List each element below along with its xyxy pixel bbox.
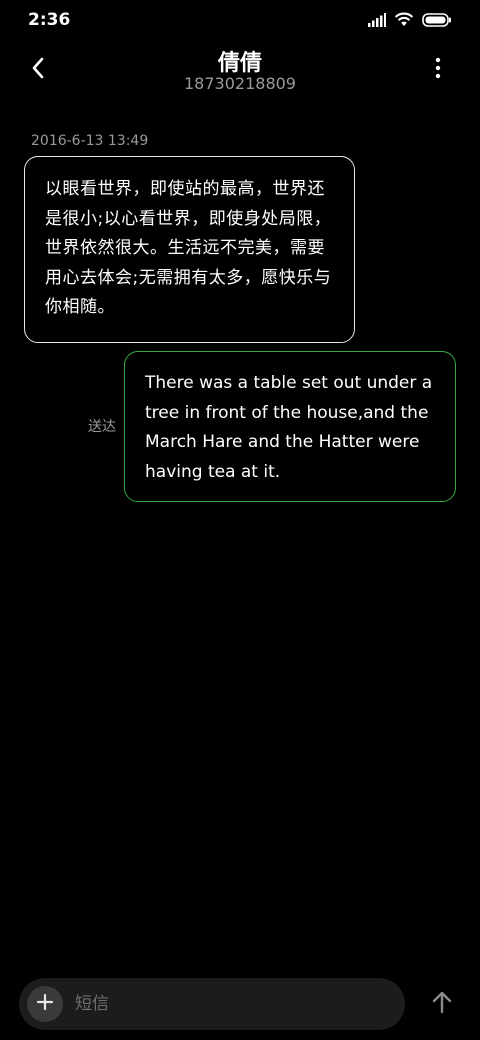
incoming-message-bubble[interactable]: 以眼看世界，即使站的最高，世界还是很小;以心看世界，即使身处局限，世界依然很大。… — [24, 156, 355, 343]
status-icons — [368, 12, 452, 27]
contact-name: 倩倩 — [217, 51, 262, 76]
battery-icon — [422, 12, 452, 27]
plus-icon — [36, 993, 54, 1015]
signal-icon — [368, 12, 386, 27]
more-vertical-icon — [435, 57, 441, 83]
add-attachment-button[interactable] — [27, 986, 63, 1022]
wifi-icon — [394, 12, 414, 27]
message-timestamp: 2016-6-13 13:49 — [31, 133, 149, 149]
delivery-status: 送达 — [88, 419, 116, 435]
send-button[interactable] — [426, 988, 458, 1020]
status-bar: 2:36 — [0, 0, 480, 42]
message-composer — [19, 978, 405, 1030]
status-time: 2:36 — [28, 10, 71, 30]
message-input[interactable] — [75, 978, 385, 1030]
outgoing-message-bubble[interactable]: There was a table set out under a tree i… — [124, 351, 456, 502]
arrow-up-icon — [431, 990, 453, 1018]
contact-number: 18730218809 — [184, 74, 296, 93]
more-options-button[interactable] — [422, 54, 454, 86]
conversation-header: 倩倩 18730218809 — [0, 42, 480, 102]
